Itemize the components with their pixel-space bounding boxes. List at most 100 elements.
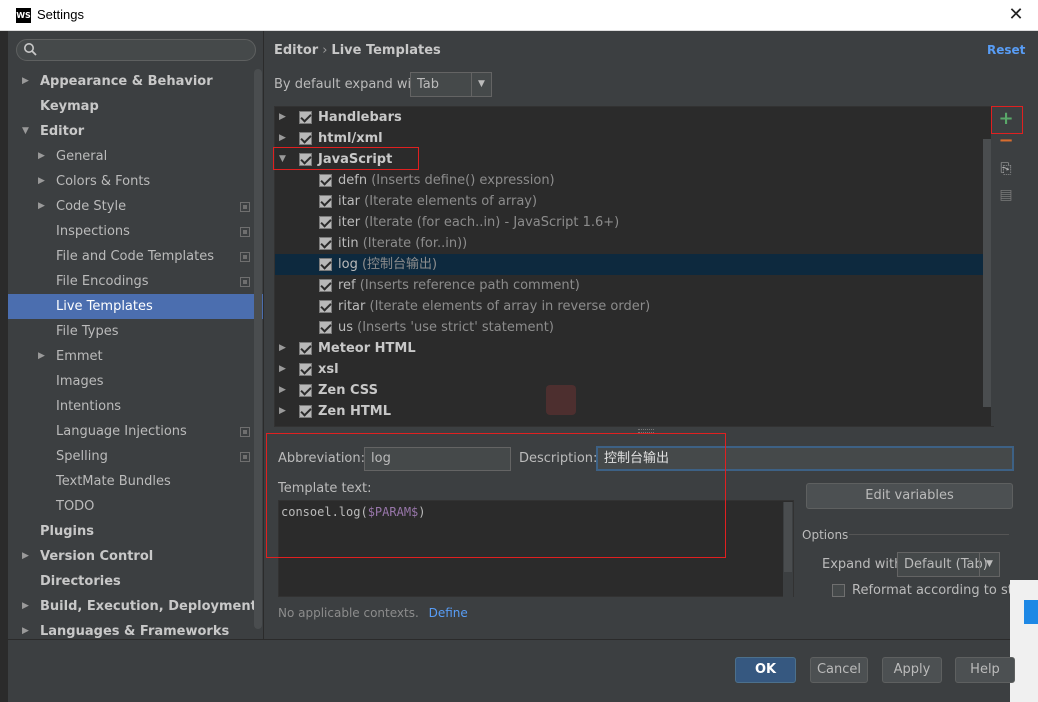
sidebar-item-version-control[interactable]: ▶ Version Control [8, 544, 263, 569]
template-group-name: xsl [318, 362, 339, 377]
template-group-checkbox[interactable] [299, 363, 312, 376]
expand-right-icon[interactable]: ▶ [279, 359, 286, 380]
desktop-app-icon [1024, 600, 1038, 624]
expand-right-icon[interactable]: ▶ [22, 69, 32, 94]
template-group-checkbox[interactable] [299, 342, 312, 355]
expand-right-icon[interactable]: ▶ [38, 344, 48, 369]
template-abbreviation: us [338, 320, 354, 335]
expand-with-select[interactable]: Default (Tab) ▼ [897, 552, 1000, 577]
close-window-icon[interactable]: ✕ [1006, 4, 1026, 26]
sidebar-item-file-and-code-templates[interactable]: File and Code Templates [8, 244, 263, 269]
expand-right-icon[interactable]: ▶ [38, 144, 48, 169]
expand-right-icon[interactable]: ▶ [279, 401, 286, 422]
sidebar-item-label: TextMate Bundles [56, 474, 171, 489]
reset-link[interactable]: Reset [987, 43, 1025, 57]
template-group-row[interactable]: ▶ Zen HTML [275, 401, 983, 422]
template-item-row[interactable]: itin (Iterate (for..in)) [275, 233, 983, 254]
template-item-checkbox[interactable] [319, 279, 332, 292]
expand-right-icon[interactable]: ▶ [38, 194, 48, 219]
template-item-row[interactable]: defn (Inserts define() expression) [275, 170, 983, 191]
template-item-label: ref (Inserts reference path comment) [338, 275, 580, 296]
settings-search-input[interactable] [16, 39, 256, 61]
template-description: (Inserts 'use strict' statement) [357, 320, 554, 335]
sidebar-item-emmet[interactable]: ▶ Emmet [8, 344, 263, 369]
define-contexts-link[interactable]: Define [429, 606, 468, 620]
expand-right-icon[interactable]: ▶ [22, 619, 32, 639]
sidebar-item-language-injections[interactable]: Language Injections [8, 419, 263, 444]
edit-variables-button[interactable]: Edit variables [806, 483, 1013, 509]
window-title: Settings [37, 7, 84, 22]
sidebar-item-file-encodings[interactable]: File Encodings [8, 269, 263, 294]
sidebar-item-languages-frameworks[interactable]: ▶ Languages & Frameworks [8, 619, 263, 639]
sidebar-item-label: Live Templates [56, 299, 153, 314]
sidebar-item-general[interactable]: ▶ General [8, 144, 263, 169]
sidebar-item-editor[interactable]: ▼ Editor [8, 119, 263, 144]
help-button[interactable]: Help [955, 657, 1015, 683]
template-item-checkbox[interactable] [319, 174, 332, 187]
sidebar-item-colors-fonts[interactable]: ▶ Colors & Fonts [8, 169, 263, 194]
sidebar-item-file-types[interactable]: File Types [8, 319, 263, 344]
template-group-row[interactable]: ▶ Zen CSS [275, 380, 983, 401]
sidebar-item-label: Editor [40, 124, 85, 139]
sidebar-item-label: Keymap [40, 99, 99, 114]
expand-right-icon[interactable]: ▶ [38, 169, 48, 194]
template-abbreviation: itin [338, 236, 359, 251]
sidebar-item-code-style[interactable]: ▶ Code Style [8, 194, 263, 219]
sidebar-item-live-templates[interactable]: Live Templates [8, 294, 263, 319]
expand-right-icon[interactable]: ▶ [279, 128, 286, 149]
template-group-name: html/xml [318, 131, 383, 146]
template-group-row[interactable]: ▶ Meteor HTML [275, 338, 983, 359]
sidebar-item-inspections[interactable]: Inspections [8, 219, 263, 244]
template-group-checkbox[interactable] [299, 384, 312, 397]
template-item-checkbox[interactable] [319, 258, 332, 271]
sidebar-item-plugins[interactable]: Plugins [8, 519, 263, 544]
template-group-checkbox[interactable] [299, 132, 312, 145]
reformat-checkbox[interactable] [832, 584, 845, 597]
sidebar-item-intentions[interactable]: Intentions [8, 394, 263, 419]
zoom-icon [546, 385, 576, 415]
template-item-row[interactable]: log (控制台输出) [275, 254, 983, 275]
template-group-row[interactable]: ▶ Handlebars [275, 107, 983, 128]
expand-right-icon[interactable]: ▶ [22, 594, 32, 619]
sidebar-item-build-execution-deployment[interactable]: ▶ Build, Execution, Deployment [8, 594, 263, 619]
template-item-checkbox[interactable] [319, 237, 332, 250]
template-item-row[interactable]: iter (Iterate (for each..in) - JavaScrip… [275, 212, 983, 233]
template-text-scrollbar[interactable] [783, 502, 793, 597]
template-group-checkbox[interactable] [299, 405, 312, 418]
apply-button[interactable]: Apply [882, 657, 942, 683]
template-item-label: itar (Iterate elements of array) [338, 191, 537, 212]
desktop-background-corner [1010, 580, 1038, 702]
sidebar-item-keymap[interactable]: Keymap [8, 94, 263, 119]
template-item-checkbox[interactable] [319, 216, 332, 229]
expand-right-icon[interactable]: ▶ [279, 338, 286, 359]
default-expand-select[interactable]: Tab ▼ [410, 72, 492, 97]
template-group-row[interactable]: ▶ html/xml [275, 128, 983, 149]
template-item-checkbox[interactable] [319, 300, 332, 313]
cancel-button[interactable]: Cancel [810, 657, 868, 683]
template-abbreviation: defn [338, 173, 368, 188]
expand-right-icon[interactable]: ▶ [22, 544, 32, 569]
ok-button[interactable]: OK [735, 657, 796, 683]
sidebar-item-todo[interactable]: TODO [8, 494, 263, 519]
template-item-row[interactable]: us (Inserts 'use strict' statement) [275, 317, 983, 338]
templates-toolbar: + − ⎘ ▤ [991, 106, 1021, 426]
template-item-checkbox[interactable] [319, 321, 332, 334]
expand-right-icon[interactable]: ▶ [279, 380, 286, 401]
template-group-checkbox[interactable] [299, 111, 312, 124]
template-item-row[interactable]: ref (Inserts reference path comment) [275, 275, 983, 296]
expand-right-icon[interactable]: ▶ [279, 107, 286, 128]
sidebar-scrollbar[interactable] [254, 69, 262, 629]
template-item-row[interactable]: ritar (Iterate elements of array in reve… [275, 296, 983, 317]
sidebar-item-images[interactable]: Images [8, 369, 263, 394]
copy-template-icon[interactable]: ⎘ [995, 158, 1017, 180]
sidebar-item-directories[interactable]: Directories [8, 569, 263, 594]
sidebar-item-label: Directories [40, 574, 121, 589]
expand-down-icon[interactable]: ▼ [22, 119, 32, 144]
template-item-checkbox[interactable] [319, 195, 332, 208]
duplicate-template-icon[interactable]: ▤ [995, 184, 1017, 206]
sidebar-item-appearance-behavior[interactable]: ▶ Appearance & Behavior [8, 69, 263, 94]
template-item-row[interactable]: itar (Iterate elements of array) [275, 191, 983, 212]
template-group-row[interactable]: ▶ xsl [275, 359, 983, 380]
sidebar-item-textmate-bundles[interactable]: TextMate Bundles [8, 469, 263, 494]
sidebar-item-spelling[interactable]: Spelling [8, 444, 263, 469]
